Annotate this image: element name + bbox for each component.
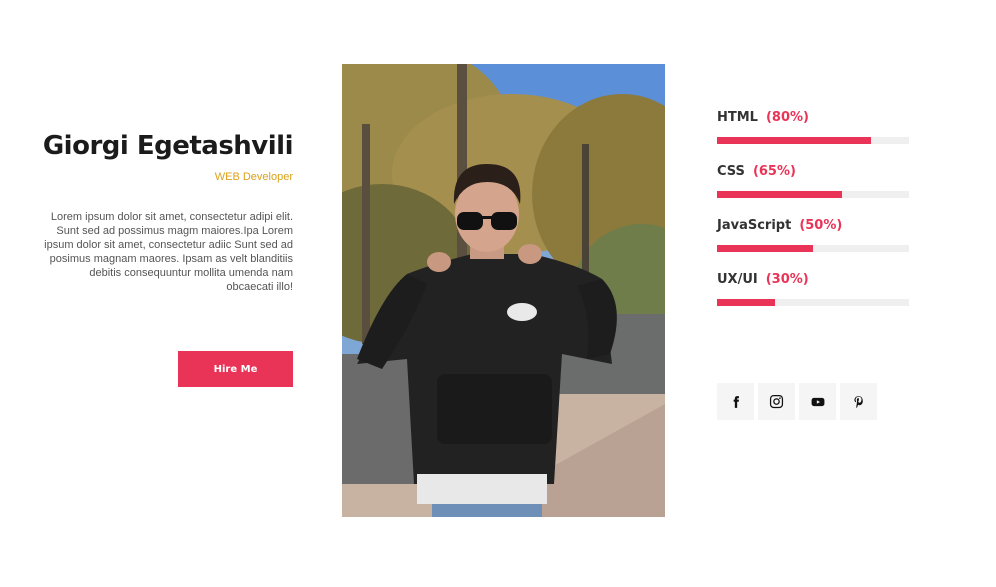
intro-block: Giorgi Egetashvili WEB Developer Lorem i… [40, 128, 294, 294]
profile-bio: Lorem ipsum dolor sit amet, consectetur … [44, 211, 293, 293]
facebook-link[interactable] [717, 383, 754, 420]
skill-percent: (50%) [799, 218, 843, 233]
skill-progress-track [717, 191, 909, 198]
portfolio-about-section: Giorgi Egetashvili WEB Developer Lorem i… [0, 0, 996, 587]
skill-javascript: JavaScript (50%) [717, 216, 909, 270]
skill-percent: (65%) [752, 164, 796, 179]
skill-header: JavaScript (50%) [717, 216, 909, 236]
skill-progress-fill [717, 299, 775, 306]
skill-css: CSS (65%) [717, 162, 909, 216]
skill-header: CSS (65%) [717, 162, 909, 182]
skill-name: CSS [717, 164, 745, 179]
skill-name: HTML [717, 110, 758, 125]
instagram-icon [769, 394, 784, 409]
instagram-link[interactable] [758, 383, 795, 420]
skill-progress-track [717, 299, 909, 306]
skill-header: UX/UI (30%) [717, 270, 909, 290]
skill-percent: (30%) [765, 272, 809, 287]
skill-header: HTML (80%) [717, 108, 909, 128]
skill-name: JavaScript [717, 218, 792, 233]
skills-list: HTML (80%) CSS (65%) JavaScript (50%) UX… [717, 108, 909, 324]
skill-progress-fill [717, 245, 813, 252]
profile-photo [342, 64, 665, 517]
pinterest-link[interactable] [840, 383, 877, 420]
skill-percent: (80%) [765, 110, 809, 125]
skill-name: UX/UI [717, 272, 758, 287]
youtube-icon [811, 397, 824, 406]
skill-progress-track [717, 245, 909, 252]
pinterest-icon [854, 396, 863, 408]
skill-progress-fill [717, 191, 842, 198]
skill-progress-track [717, 137, 909, 144]
skill-uxui: UX/UI (30%) [717, 270, 909, 324]
hire-me-button[interactable]: Hire Me [178, 351, 293, 387]
skill-progress-fill [717, 137, 871, 144]
profile-role: WEB Developer [214, 171, 293, 183]
social-links [717, 383, 877, 420]
profile-photo-illustration [342, 64, 665, 517]
profile-name: Giorgi Egetashvili [42, 131, 294, 161]
skill-html: HTML (80%) [717, 108, 909, 162]
facebook-icon [733, 395, 739, 408]
youtube-link[interactable] [799, 383, 836, 420]
